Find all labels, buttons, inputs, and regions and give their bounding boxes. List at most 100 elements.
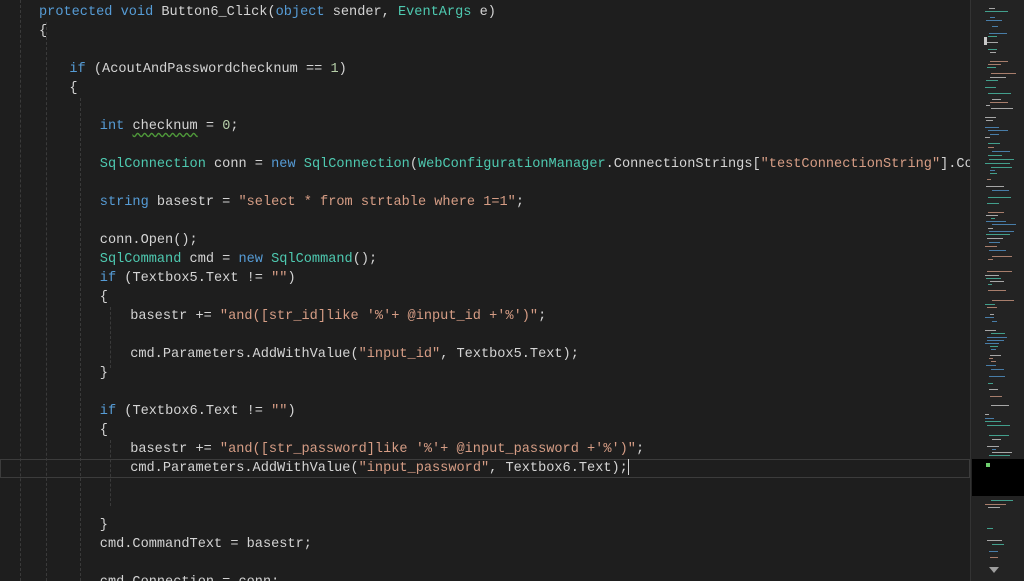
code-line[interactable]: int checknum = 0; <box>0 117 970 136</box>
minimap-code-line <box>985 127 999 128</box>
minimap-code-line <box>987 179 991 180</box>
code-line[interactable]: string basestr = "select * from strtable… <box>0 193 970 212</box>
code-token: SqlCommand <box>271 252 353 267</box>
code-token: new <box>271 157 296 172</box>
minimap-scrollbar[interactable] <box>970 0 1024 581</box>
code-line[interactable]: cmd.Parameters.AddWithValue("input_passw… <box>0 459 970 478</box>
minimap-code-line <box>991 167 1012 168</box>
code-line[interactable]: } <box>0 516 970 535</box>
code-line[interactable]: protected void Button6_Click(object send… <box>0 3 970 22</box>
code-token: "" <box>271 271 288 286</box>
code-line-content: SqlConnection conn = new SqlConnection(W… <box>100 155 970 174</box>
minimap-code-line <box>991 349 996 350</box>
minimap-code-line <box>986 20 1002 21</box>
minimap-code-line <box>990 102 1008 103</box>
code-token: int <box>99 119 125 134</box>
code-token: } <box>99 518 108 533</box>
code-line[interactable]: { <box>0 288 970 307</box>
scroll-down-arrow-icon[interactable] <box>989 567 999 573</box>
code-line[interactable] <box>0 98 970 117</box>
code-token: EventArgs <box>397 5 472 20</box>
code-line-content: basestr += "and([str_id]like '%'+ @input… <box>130 307 546 326</box>
minimap-code-line <box>985 418 994 419</box>
minimap-code-line <box>988 284 992 285</box>
code-token: object <box>275 5 325 20</box>
minimap-code-line <box>990 52 996 53</box>
minimap-code-line <box>986 365 996 366</box>
code-token: } <box>99 366 108 381</box>
code-line[interactable]: } <box>0 364 970 383</box>
minimap-code-line <box>985 304 995 305</box>
minimap-code-line <box>985 330 996 331</box>
minimap-code-line <box>988 228 993 229</box>
minimap-code-line <box>990 281 1004 282</box>
code-line[interactable]: SqlConnection conn = new SqlConnection(W… <box>0 155 970 174</box>
code-line[interactable] <box>0 212 970 231</box>
code-token: protected <box>39 5 113 20</box>
code-lines[interactable]: protected void Button6_Click(object send… <box>0 3 970 581</box>
code-line[interactable] <box>0 478 970 497</box>
code-token: ) <box>338 62 347 77</box>
minimap-code-line <box>992 26 998 27</box>
code-line[interactable] <box>0 383 970 402</box>
code-line[interactable] <box>0 497 970 516</box>
code-line[interactable] <box>0 326 970 345</box>
code-line[interactable]: cmd.Parameters.AddWithValue("input_id", … <box>0 345 970 364</box>
code-editor[interactable]: protected void Button6_Click(object send… <box>0 0 1024 581</box>
code-token: Button6_Click( <box>153 5 276 20</box>
minimap-code-line <box>991 73 1016 74</box>
code-line[interactable]: cmd.CommandText = basestr; <box>0 535 970 554</box>
code-line[interactable]: if (Textbox5.Text != "") <box>0 269 970 288</box>
code-line[interactable]: if (Textbox6.Text != "") <box>0 402 970 421</box>
minimap-code-line <box>991 500 1013 501</box>
minimap-code-line <box>989 435 1009 436</box>
code-line[interactable] <box>0 136 970 155</box>
minimap-code-line <box>991 108 1013 109</box>
code-token: WebConfigurationManager <box>418 157 606 172</box>
minimap-code-line <box>991 361 996 362</box>
minimap-code-line <box>986 278 1001 279</box>
code-line-content: basestr += "and([str_password]like '%'+ … <box>130 440 644 459</box>
minimap-code-line <box>987 203 999 204</box>
code-line[interactable]: conn.Open(); <box>0 231 970 250</box>
minimap-code-line <box>987 425 1010 426</box>
code-line[interactable]: { <box>0 421 970 440</box>
code-line[interactable] <box>0 174 970 193</box>
code-line[interactable] <box>0 41 970 60</box>
minimap-code-line <box>992 300 1014 301</box>
minimap-code-line <box>990 134 999 135</box>
code-line[interactable]: SqlCommand cmd = new SqlCommand(); <box>0 250 970 269</box>
minimap-code-line <box>989 231 1014 232</box>
code-token: SqlConnection <box>303 157 410 172</box>
minimap-code-line <box>985 246 997 247</box>
code-line[interactable]: cmd.Connection = conn; <box>0 573 970 581</box>
minimap-code-line <box>985 343 999 344</box>
minimap-code-line <box>986 234 1010 235</box>
minimap-code-line <box>991 405 1009 406</box>
minimap-code-line <box>985 117 996 118</box>
code-line-content: conn.Open(); <box>100 231 198 250</box>
minimap-code-line <box>990 77 1006 78</box>
minimap-code-line <box>992 190 1009 191</box>
code-line-content: } <box>100 516 108 535</box>
code-area[interactable]: protected void Button6_Click(object send… <box>0 0 970 581</box>
code-token: "and([str_id]like '%'+ @input_id +'%')" <box>219 309 539 324</box>
minimap-code-line <box>988 147 994 148</box>
code-line[interactable]: basestr += "and([str_password]like '%'+ … <box>0 440 970 459</box>
minimap-code-line <box>989 33 1007 34</box>
minimap-code-line <box>992 224 1016 225</box>
minimap-code-line <box>988 290 1006 291</box>
code-line[interactable]: { <box>0 22 970 41</box>
code-line[interactable]: if (AcoutAndPasswordchecknum == 1) <box>0 60 970 79</box>
code-token: cmd = <box>181 252 239 267</box>
code-line[interactable] <box>0 554 970 573</box>
code-line[interactable]: basestr += "and([str_id]like '%'+ @input… <box>0 307 970 326</box>
minimap-code-line <box>990 17 995 18</box>
minimap-code-line <box>988 383 993 384</box>
code-line[interactable]: { <box>0 79 970 98</box>
code-token: , Textbox5.Text); <box>440 347 579 362</box>
minimap-viewport[interactable] <box>972 459 1024 496</box>
code-line-content: cmd.Parameters.AddWithValue("input_id", … <box>130 345 579 364</box>
